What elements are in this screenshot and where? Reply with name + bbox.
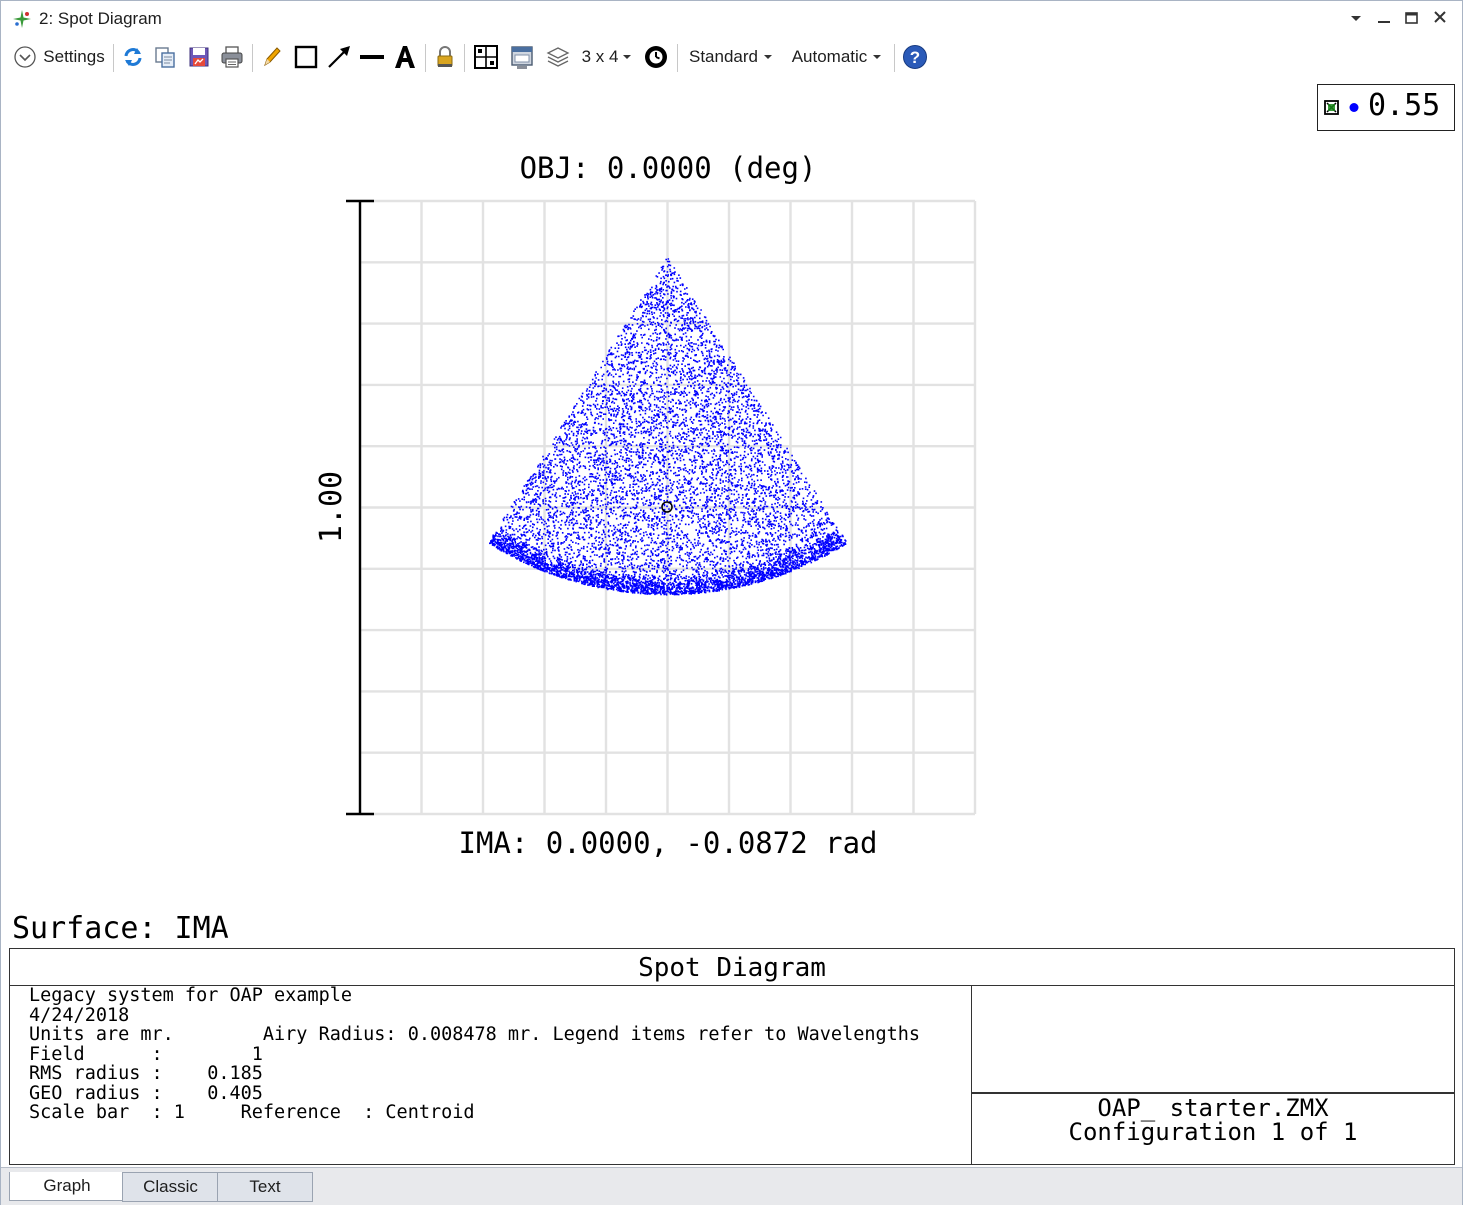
info-panel: Spot Diagram Legacy system for OAP examp… [9,948,1455,1165]
spot-diagram-plot: 1.00 OBJ: 0.0000 (deg) IMA: 0.0000, -0.0… [314,151,977,860]
info-line: Legacy system for OAP example [29,985,353,1006]
file-name: OAP_ starter.ZMX [1097,1094,1329,1122]
info-details: Legacy system for OAP example 4/24/2018 … [10,986,972,1164]
info-line: GEO radius : 0.405 [29,1082,263,1104]
image-coordinates-label: IMA: 0.0000, -0.0872 rad [458,826,877,860]
tab-bar: Graph Classic Text [1,1167,1462,1205]
info-panel-title: Spot Diagram [10,949,1454,986]
tab-text-label: Text [249,1177,281,1196]
plot-title: OBJ: 0.0000 (deg) [520,151,817,185]
plot-grid [358,199,977,816]
tab-classic[interactable]: Classic [122,1172,219,1202]
info-line: Units are mr. Airy Radius: 0.008478 mr. … [29,1024,921,1045]
tab-graph[interactable]: Graph [9,1172,125,1201]
info-line: RMS radius : 0.185 [29,1063,263,1084]
info-line: 4/24/2018 [29,1004,130,1026]
tab-graph-label: Graph [43,1176,91,1195]
scale-bar-label: 1.00 [314,471,349,543]
spot-diagram-window: 2: Spot Diagram Settings 3 x 4 Standard … [0,0,1463,1205]
surface-label: Surface: IMA [12,911,229,946]
configuration-label: Configuration 1 of 1 [1068,1118,1358,1146]
tab-text[interactable]: Text [217,1172,313,1202]
info-line: Scale bar : 1 Reference : Centroid [29,1102,475,1123]
tab-classic-label: Classic [143,1177,198,1196]
info-line: Field : 1 [29,1043,263,1065]
